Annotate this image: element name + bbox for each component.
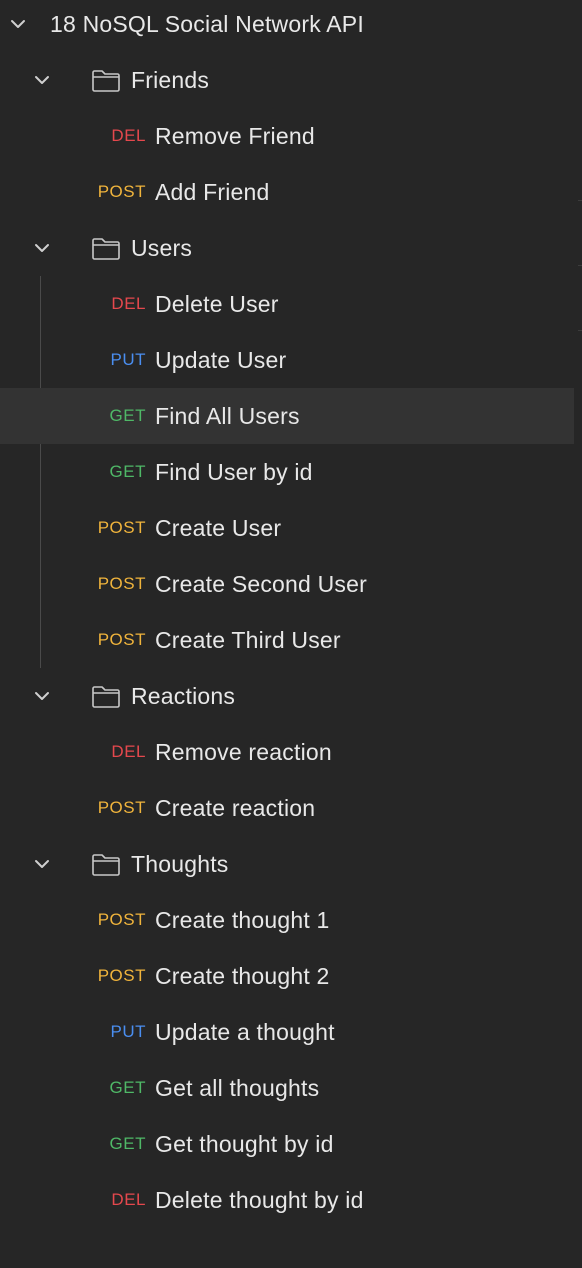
request-label: Remove reaction xyxy=(155,738,332,765)
method-badge: GET xyxy=(109,462,146,481)
request-label: Get all thoughts xyxy=(155,1074,320,1101)
request-row[interactable]: POST Create User xyxy=(0,500,574,556)
request-row[interactable]: GET Get all thoughts xyxy=(0,1060,574,1116)
request-label: Update User xyxy=(155,346,287,373)
folder-label: Users xyxy=(131,234,193,261)
request-label: Create User xyxy=(155,514,282,541)
chevron-down-icon[interactable] xyxy=(7,13,29,35)
method-badge: POST xyxy=(97,798,146,817)
chevron-down-icon[interactable] xyxy=(31,237,53,259)
folder-label: Friends xyxy=(131,66,210,93)
request-row[interactable]: DEL Delete thought by id xyxy=(0,1172,574,1228)
chevron-down-icon[interactable] xyxy=(31,685,53,707)
pane-divider-mark xyxy=(578,265,582,266)
folder-friends[interactable]: Friends xyxy=(0,52,574,108)
request-row[interactable]: GET Get thought by id xyxy=(0,1116,574,1172)
request-row[interactable]: POST Create Second User xyxy=(0,556,574,612)
request-row[interactable]: POST Add Friend xyxy=(0,164,574,220)
request-row[interactable]: PUT Update User xyxy=(0,332,574,388)
request-label: Find User by id xyxy=(155,458,313,485)
collection-title: 18 NoSQL Social Network API xyxy=(50,10,364,37)
request-row[interactable]: DEL Delete User xyxy=(0,276,574,332)
request-row[interactable]: GET Find All Users xyxy=(0,388,574,444)
request-label: Find All Users xyxy=(155,402,300,429)
method-badge: GET xyxy=(109,1078,146,1097)
method-badge: DEL xyxy=(111,1190,146,1209)
pane-divider-mark xyxy=(578,330,582,331)
request-label: Add Friend xyxy=(155,178,270,205)
method-badge: DEL xyxy=(111,294,146,313)
request-row[interactable]: DEL Remove reaction xyxy=(0,724,574,780)
pane-divider-mark xyxy=(578,200,582,201)
request-row[interactable]: POST Create Third User xyxy=(0,612,574,668)
request-label: Create reaction xyxy=(155,794,316,821)
folder-label: Thoughts xyxy=(131,850,229,877)
method-badge: POST xyxy=(97,518,146,537)
method-badge: DEL xyxy=(111,126,146,145)
method-badge: POST xyxy=(97,966,146,985)
request-label: Delete thought by id xyxy=(155,1186,364,1213)
method-badge: POST xyxy=(97,910,146,929)
request-label: Create thought 2 xyxy=(155,962,330,989)
request-row[interactable]: POST Create reaction xyxy=(0,780,574,836)
method-badge: DEL xyxy=(111,742,146,761)
method-badge: POST xyxy=(97,630,146,649)
request-row[interactable]: POST Create thought 1 xyxy=(0,892,574,948)
folder-label: Reactions xyxy=(131,682,236,709)
request-label: Create thought 1 xyxy=(155,906,330,933)
method-badge: POST xyxy=(97,182,146,201)
request-label: Create Second User xyxy=(155,570,367,597)
collection-row[interactable]: 18 NoSQL Social Network API xyxy=(0,0,574,52)
method-badge: POST xyxy=(97,574,146,593)
chevron-down-icon[interactable] xyxy=(31,69,53,91)
chevron-down-icon[interactable] xyxy=(31,853,53,875)
method-badge: GET xyxy=(109,406,146,425)
request-row[interactable]: DEL Remove Friend xyxy=(0,108,574,164)
request-row[interactable]: POST Create thought 2 xyxy=(0,948,574,1004)
method-badge: PUT xyxy=(110,350,146,369)
request-row[interactable]: PUT Update a thought xyxy=(0,1004,574,1060)
folder-reactions[interactable]: Reactions xyxy=(0,668,574,724)
folder-icon xyxy=(90,680,122,712)
request-row[interactable]: GET Find User by id xyxy=(0,444,574,500)
folder-icon xyxy=(90,232,122,264)
folder-icon xyxy=(90,848,122,880)
method-badge: GET xyxy=(109,1134,146,1153)
folder-thoughts[interactable]: Thoughts xyxy=(0,836,574,892)
request-label: Delete User xyxy=(155,290,279,317)
request-label: Create Third User xyxy=(155,626,341,653)
folder-users[interactable]: Users xyxy=(0,220,574,276)
request-label: Get thought by id xyxy=(155,1130,334,1157)
folder-icon xyxy=(90,64,122,96)
request-label: Update a thought xyxy=(155,1018,335,1045)
request-label: Remove Friend xyxy=(155,122,315,149)
method-badge: PUT xyxy=(110,1022,146,1041)
